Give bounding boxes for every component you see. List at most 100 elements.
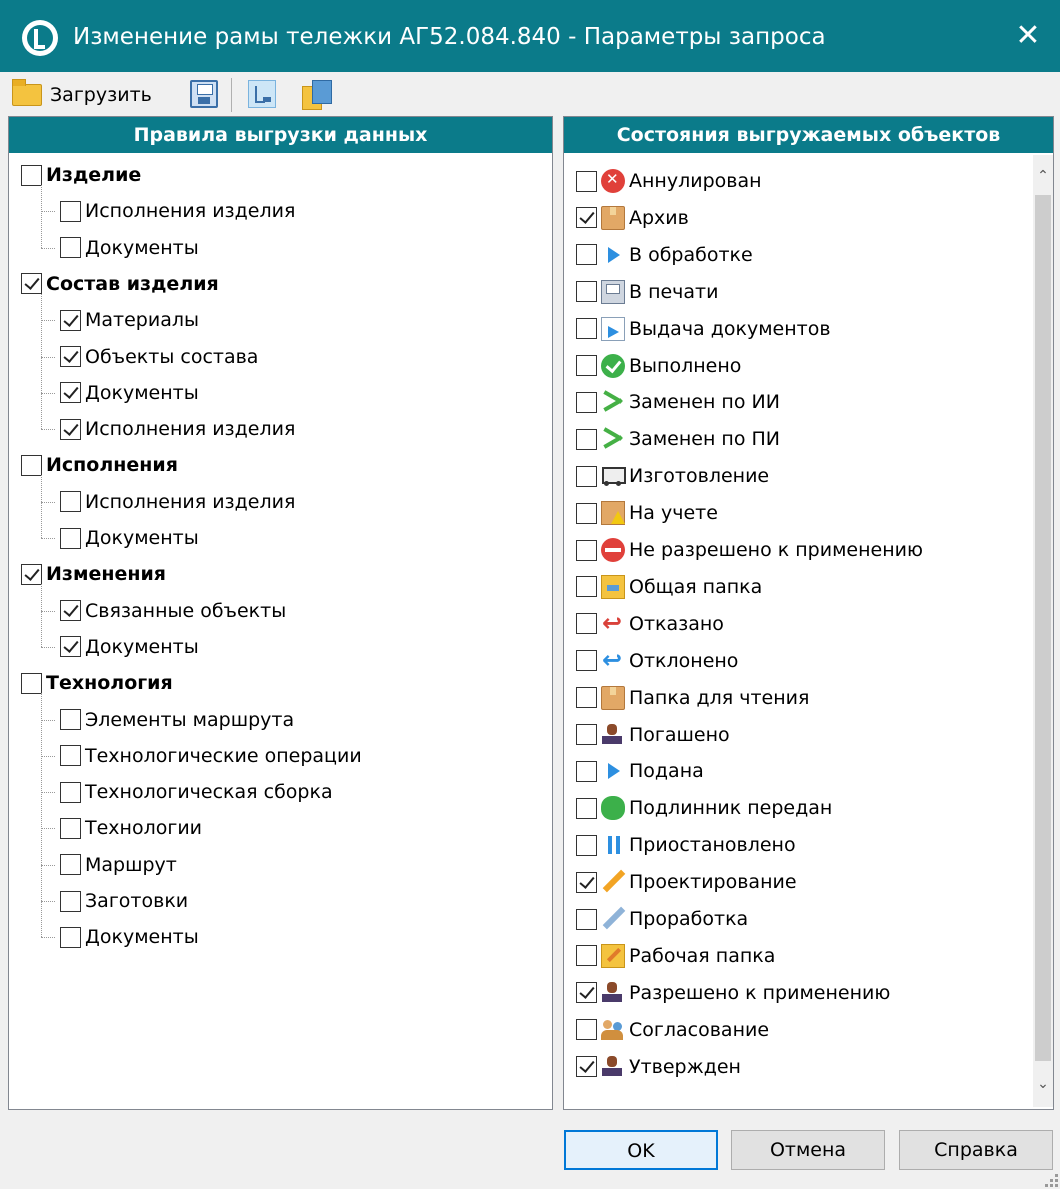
state-item[interactable]: Проектирование — [576, 864, 797, 900]
state-checkbox[interactable] — [576, 465, 597, 487]
rule-checkbox[interactable] — [60, 600, 81, 622]
rule-item[interactable]: Состав изделия — [21, 266, 219, 302]
state-item[interactable]: Приостановлено — [576, 827, 796, 863]
state-item[interactable]: Заменен по ИИ — [576, 384, 780, 420]
state-item[interactable]: Изготовление — [576, 458, 769, 494]
tree-view-icon[interactable] — [248, 80, 276, 108]
rule-checkbox[interactable] — [21, 273, 42, 295]
rule-item[interactable]: Исполнения изделия — [60, 411, 295, 447]
state-item[interactable]: Подлинник передан — [576, 790, 832, 826]
state-item[interactable]: Выполнено — [576, 348, 741, 384]
state-item[interactable]: Разрешено к применению — [576, 975, 890, 1011]
rule-item[interactable]: Документы — [60, 230, 199, 266]
resize-grip-icon[interactable] — [1044, 1173, 1058, 1187]
state-checkbox[interactable] — [576, 797, 597, 819]
rule-item[interactable]: Материалы — [60, 302, 199, 338]
rule-checkbox[interactable] — [60, 890, 81, 912]
state-checkbox[interactable] — [576, 1056, 597, 1078]
state-item[interactable]: Выдача документов — [576, 311, 831, 347]
state-checkbox[interactable] — [576, 687, 597, 709]
rule-item[interactable]: Объекты состава — [60, 339, 258, 375]
state-checkbox[interactable] — [576, 502, 597, 524]
rule-checkbox[interactable] — [60, 527, 81, 549]
rule-checkbox[interactable] — [60, 200, 81, 222]
rule-checkbox[interactable] — [60, 817, 81, 839]
state-item[interactable]: Аннулирован — [576, 163, 762, 199]
state-checkbox[interactable] — [576, 1019, 597, 1041]
rule-checkbox[interactable] — [60, 745, 81, 767]
state-checkbox[interactable] — [576, 982, 597, 1004]
save-icon[interactable] — [190, 80, 218, 108]
load-button[interactable]: Загрузить — [12, 78, 152, 112]
states-scrollbar[interactable]: ⌃ ⌄ — [1033, 155, 1053, 1107]
state-checkbox[interactable] — [576, 170, 597, 192]
scroll-down-icon[interactable]: ⌄ — [1033, 1073, 1053, 1095]
state-item[interactable]: Погашено — [576, 717, 730, 753]
rule-checkbox[interactable] — [21, 563, 42, 585]
rule-item[interactable]: Исполнения — [21, 447, 178, 483]
state-item[interactable]: Архив — [576, 200, 689, 236]
rule-item[interactable]: Документы — [60, 919, 199, 955]
rule-checkbox[interactable] — [60, 491, 81, 513]
rule-item[interactable]: Исполнения изделия — [60, 193, 295, 229]
rule-item[interactable]: Технологическая сборка — [60, 774, 333, 810]
rule-checkbox[interactable] — [60, 418, 81, 440]
state-item[interactable]: Проработка — [576, 901, 748, 937]
state-item[interactable]: Отказано — [576, 606, 724, 642]
state-checkbox[interactable] — [576, 945, 597, 967]
rule-checkbox[interactable] — [60, 346, 81, 367]
state-item[interactable]: Подана — [576, 753, 704, 789]
rule-item[interactable]: Технология — [21, 665, 173, 701]
state-item[interactable]: Согласование — [576, 1012, 769, 1048]
scroll-up-icon[interactable]: ⌃ — [1033, 165, 1053, 187]
state-checkbox[interactable] — [576, 650, 597, 672]
state-item[interactable]: Не разрешено к применению — [576, 532, 923, 568]
state-checkbox[interactable] — [576, 539, 597, 561]
rule-item[interactable]: Маршрут — [60, 847, 177, 883]
state-item[interactable]: Заменен по ПИ — [576, 421, 780, 457]
state-item[interactable]: Общая папка — [576, 569, 762, 605]
rule-checkbox[interactable] — [60, 781, 81, 803]
rule-item[interactable]: Элементы маршрута — [60, 702, 294, 738]
state-checkbox[interactable] — [576, 318, 597, 340]
rule-item[interactable]: Документы — [60, 629, 199, 665]
rule-checkbox[interactable] — [60, 636, 81, 658]
rule-item[interactable]: Технологии — [60, 810, 202, 846]
state-checkbox[interactable] — [576, 908, 597, 930]
rule-checkbox[interactable] — [60, 709, 81, 730]
rule-checkbox[interactable] — [21, 672, 42, 694]
state-checkbox[interactable] — [576, 355, 597, 376]
state-item[interactable]: Утвержден — [576, 1049, 741, 1085]
rule-checkbox[interactable] — [60, 854, 81, 876]
state-checkbox[interactable] — [576, 281, 597, 303]
state-item[interactable]: Папка для чтения — [576, 680, 809, 716]
state-item[interactable]: На учете — [576, 495, 718, 531]
ok-button[interactable]: OK — [564, 1130, 718, 1170]
copy-icon[interactable] — [302, 80, 332, 110]
rule-item[interactable]: Изделие — [21, 157, 141, 193]
state-checkbox[interactable] — [576, 834, 597, 856]
state-checkbox[interactable] — [576, 724, 597, 745]
rule-item[interactable]: Документы — [60, 375, 199, 411]
rule-checkbox[interactable] — [60, 237, 81, 259]
scroll-thumb[interactable] — [1035, 195, 1051, 1061]
state-checkbox[interactable] — [576, 244, 597, 266]
close-button[interactable]: ✕ — [1006, 14, 1050, 58]
rule-item[interactable]: Изменения — [21, 556, 166, 592]
state-checkbox[interactable] — [576, 207, 597, 229]
rule-checkbox[interactable] — [60, 926, 81, 948]
state-item[interactable]: В печати — [576, 274, 718, 310]
state-checkbox[interactable] — [576, 391, 597, 413]
state-checkbox[interactable] — [576, 760, 597, 782]
cancel-button[interactable]: Отмена — [731, 1130, 885, 1170]
state-checkbox[interactable] — [576, 871, 597, 893]
rule-checkbox[interactable] — [60, 382, 81, 404]
rule-item[interactable]: Исполнения изделия — [60, 484, 295, 520]
rule-checkbox[interactable] — [21, 164, 42, 186]
state-checkbox[interactable] — [576, 428, 597, 450]
rule-item[interactable]: Технологические операции — [60, 738, 362, 774]
help-button[interactable]: Справка — [899, 1130, 1053, 1170]
rule-item[interactable]: Связанные объекты — [60, 593, 286, 629]
state-checkbox[interactable] — [576, 576, 597, 598]
rule-item[interactable]: Заготовки — [60, 883, 188, 919]
